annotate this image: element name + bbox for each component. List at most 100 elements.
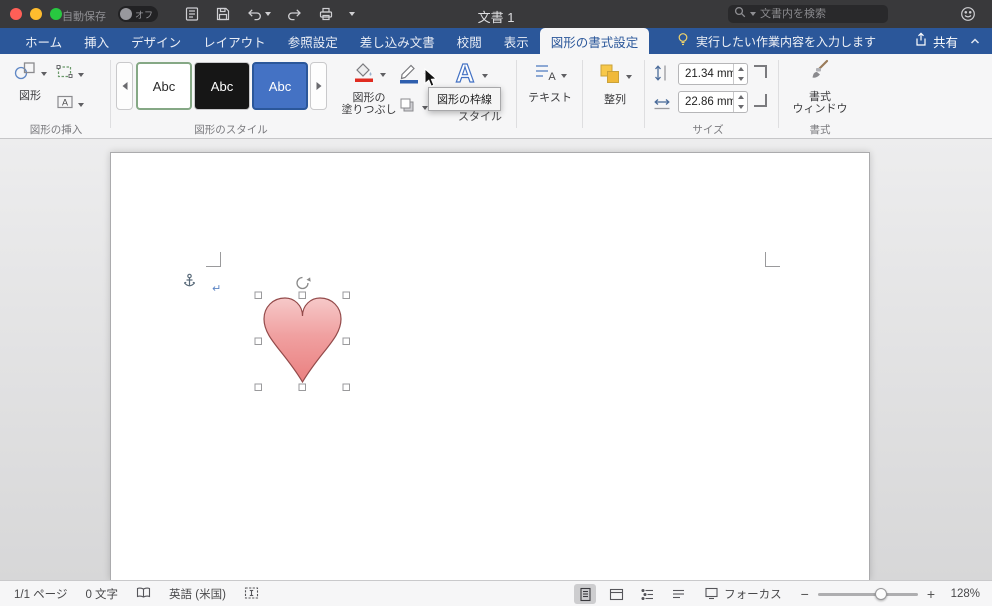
format-pane-button[interactable]: 書式 ウィンドウ (792, 59, 848, 115)
shape-width-input[interactable] (679, 96, 733, 108)
feedback-smiley-icon[interactable] (960, 6, 976, 27)
arrange-button[interactable]: 整列 (592, 62, 638, 106)
search-box[interactable] (728, 5, 888, 23)
width-step-down[interactable] (734, 102, 747, 112)
proofing-icon[interactable] (136, 586, 151, 603)
focus-icon (704, 586, 719, 603)
share-icon (914, 32, 928, 50)
edit-shape-caret[interactable] (78, 72, 84, 77)
shape-fill-label-line2: 塗りつぶし (341, 104, 397, 116)
zoom-slider[interactable] (817, 587, 918, 600)
tab-home[interactable]: ホーム (14, 28, 73, 54)
format-pane-label-line2: ウィンドウ (792, 103, 848, 115)
view-draft-button[interactable] (667, 584, 689, 604)
tab-design[interactable]: デザイン (120, 28, 192, 54)
view-web-layout-button[interactable] (605, 584, 627, 604)
collapse-ribbon-chevron-icon[interactable] (968, 34, 982, 52)
text-lines-icon: A (533, 62, 557, 89)
text-mode-icon[interactable] (244, 586, 259, 603)
text-box-icon: A (56, 94, 74, 115)
paragraph-return-mark: ↵ (212, 283, 222, 295)
document-area: ↵ (0, 139, 992, 580)
shape-width-icon (652, 93, 672, 116)
shapes-button-label: 図形 (19, 90, 41, 102)
tab-references[interactable]: 参照設定 (277, 28, 349, 54)
text-options-button[interactable]: A テキスト (524, 62, 576, 104)
zoom-out-button[interactable]: − (801, 586, 809, 602)
wordart-styles-caret[interactable] (482, 73, 488, 78)
format-brush-icon (809, 59, 831, 88)
tab-layout[interactable]: レイアウト (192, 28, 277, 54)
tab-mailings[interactable]: 差し込み文書 (349, 28, 446, 54)
tell-me-box[interactable]: 実行したい作業内容を入力します (676, 28, 876, 54)
search-input[interactable] (760, 8, 882, 20)
object-anchor-icon[interactable] (183, 273, 196, 294)
shape-style-sample-2[interactable]: Abc (194, 62, 250, 110)
ribbon-tabbar: ホーム 挿入 デザイン レイアウト 参照設定 差し込み文書 校閲 表示 図形の書… (0, 28, 992, 54)
shapes-dropdown-caret[interactable] (41, 71, 47, 76)
shape-height-field[interactable] (678, 63, 748, 85)
language-indicator[interactable]: 英語 (米国) (169, 586, 226, 602)
text-box-button[interactable]: A (56, 94, 84, 115)
group-label-shape-styles: 図形のスタイル (194, 124, 268, 136)
paint-bucket-icon (352, 60, 376, 89)
tab-review[interactable]: 校閲 (446, 28, 493, 54)
search-scope-caret[interactable] (750, 12, 756, 16)
share-button[interactable]: 共有 (914, 28, 958, 54)
heart-path[interactable] (263, 297, 342, 384)
arrange-label: 整列 (604, 94, 626, 106)
margin-crop-mark-top-left (206, 252, 221, 267)
titlebar: 自動保存 オフ 文書 1 文書内を検索 (0, 0, 992, 28)
shape-fill-caret[interactable] (380, 72, 386, 77)
shape-effects-button[interactable] (398, 96, 428, 119)
view-outline-button[interactable] (636, 584, 658, 604)
zoom-percentage[interactable]: 128% (944, 588, 980, 600)
svg-text:A: A (62, 98, 68, 108)
tab-insert[interactable]: 挿入 (73, 28, 120, 54)
arrange-caret[interactable] (626, 74, 632, 79)
shape-style-sample-3[interactable]: Abc (252, 62, 308, 110)
height-step-down[interactable] (734, 74, 747, 84)
rotation-handle[interactable] (296, 276, 311, 290)
mouse-cursor (424, 67, 438, 93)
text-options-label: テキスト (528, 92, 572, 104)
pen-icon (398, 60, 420, 89)
shape-fill-button[interactable]: 図形の 塗りつぶし (336, 60, 402, 116)
view-print-layout-button[interactable] (574, 584, 597, 604)
width-stepper[interactable] (733, 92, 747, 112)
format-pane-label-line1: 書式 (809, 91, 831, 103)
style-gallery-prev-button[interactable] (116, 62, 133, 110)
text-options-caret[interactable] (561, 73, 567, 78)
crop-corner-button-bottom[interactable] (754, 94, 767, 107)
edit-shape-icon (56, 64, 74, 85)
text-box-caret[interactable] (78, 102, 84, 107)
style-gallery-next-button[interactable] (310, 62, 327, 110)
selected-heart-shape[interactable] (250, 274, 360, 399)
edit-shape-button[interactable] (56, 64, 84, 85)
shape-height-icon (652, 63, 670, 88)
shape-width-field[interactable] (678, 91, 748, 113)
shape-effects-icon (398, 96, 418, 119)
height-step-up[interactable] (734, 64, 747, 74)
group-label-insert-shapes: 図形の挿入 (29, 124, 83, 136)
shape-style-sample-1[interactable]: Abc (136, 62, 192, 110)
word-window: 自動保存 オフ 文書 1 文書内を検索 ホーム 挿入 デザイン レイアウト 参照… (0, 0, 992, 606)
word-count[interactable]: 0 文字 (85, 586, 118, 602)
focus-mode-button[interactable]: フォーカス (704, 586, 782, 603)
zoom-slider-thumb[interactable] (874, 587, 887, 600)
tab-view[interactable]: 表示 (493, 28, 540, 54)
margin-crop-mark-top-right (765, 252, 780, 267)
zoom-in-button[interactable]: + (927, 586, 935, 602)
shape-height-input[interactable] (679, 68, 733, 80)
page-indicator[interactable]: 1/1 ページ (14, 586, 67, 602)
insert-shape-button[interactable]: 図形 (8, 60, 52, 102)
crop-corner-button-top[interactable] (754, 65, 767, 78)
height-stepper[interactable] (733, 64, 747, 84)
svg-text:A: A (548, 71, 556, 83)
tab-shape-format[interactable]: 図形の書式設定 (539, 28, 650, 54)
width-step-up[interactable] (734, 92, 747, 102)
shape-fill-label-line1: 図形の (352, 92, 386, 104)
document-page[interactable] (110, 152, 870, 580)
group-label-size: サイズ (692, 124, 724, 136)
tell-me-label: 実行したい作業内容を入力します (696, 34, 877, 49)
